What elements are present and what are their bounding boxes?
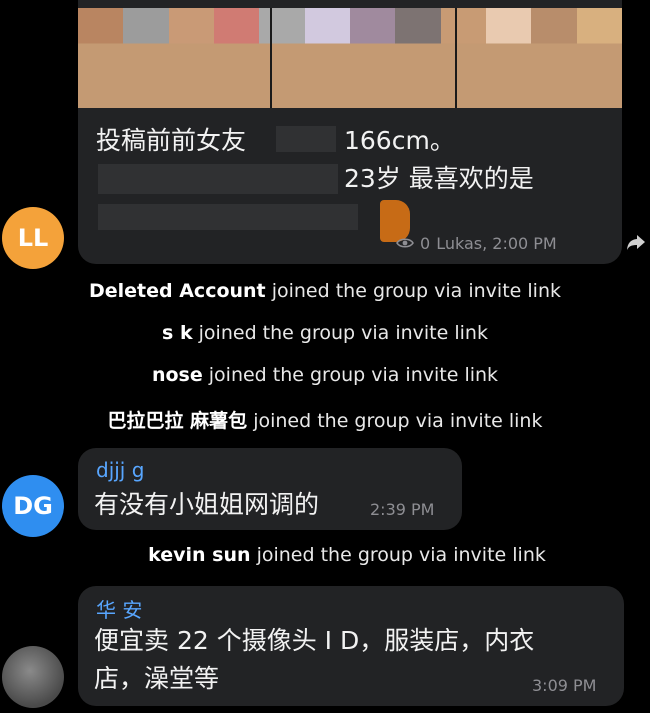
photo-block [304, 8, 350, 108]
message-text-line2: 23岁 最喜欢的是 [344, 164, 534, 193]
message-time: 2:39 PM [370, 500, 435, 519]
photo-block [78, 8, 124, 108]
avatar-blurred[interactable] [2, 646, 64, 708]
message-author-time: Lukas, 2:00 PM [436, 234, 557, 253]
photo-block [485, 8, 532, 108]
system-text: joined the group via invite link [271, 280, 561, 302]
message-text-line1-right: 166cm。 [344, 126, 455, 155]
system-message: nose joined the group via invite link [0, 364, 650, 386]
avatar[interactable]: LL [2, 207, 64, 269]
message-bubble[interactable]: 华 安 便宜卖 22 个摄像头 I D，服装店，内衣 店，澡堂等 3:09 PM [78, 586, 624, 706]
avatar-initials: LL [17, 224, 49, 252]
message-bubble-photo[interactable]: 投稿前前女友 166cm。 23岁 最喜欢的是 0 Lukas, 2:00 PM [78, 0, 622, 264]
system-actor[interactable]: s k [162, 322, 193, 344]
system-message: kevin sun joined the group via invite li… [22, 544, 650, 566]
photo-block [576, 8, 622, 108]
avatar[interactable]: DG [2, 475, 64, 537]
message-text: 有没有小姐姐网调的 [94, 490, 320, 519]
system-actor[interactable]: kevin sun [148, 544, 250, 566]
system-actor[interactable]: Deleted Account [89, 280, 266, 302]
photo-block [531, 8, 577, 108]
system-actor[interactable]: nose [152, 364, 203, 386]
redacted-text [98, 204, 358, 230]
redacted-text [98, 164, 338, 194]
system-text: joined the group via invite link [208, 364, 499, 386]
message-text-line2: 店，澡堂等 [94, 664, 220, 693]
system-text: joined the group via invite link [198, 322, 488, 344]
system-text: joined the group via invite link [256, 544, 546, 566]
system-message: Deleted Account joined the group via inv… [0, 280, 650, 302]
photo-block [259, 8, 305, 108]
redacted-text [276, 126, 336, 152]
view-count: 0 [420, 234, 431, 253]
photo-strip [78, 8, 622, 108]
eye-icon [396, 234, 414, 253]
photo-collage[interactable] [78, 8, 622, 108]
message-text-line1: 便宜卖 22 个摄像头 I D，服装店，内衣 [94, 626, 535, 655]
photo-block [168, 8, 214, 108]
photo-block [349, 8, 396, 108]
photo-block [395, 8, 441, 108]
photo-block [440, 8, 486, 108]
message-meta: 0 Lukas, 2:00 PM [396, 234, 557, 253]
forward-icon[interactable] [624, 230, 648, 254]
avatar-initials: DG [13, 492, 53, 520]
message-bubble[interactable]: djjj g 有没有小姐姐网调的 2:39 PM [78, 448, 462, 530]
photo-divider [455, 8, 457, 108]
message-time: 3:09 PM [532, 676, 597, 695]
sender-name[interactable]: djjj g [96, 458, 144, 482]
photo-block [213, 8, 260, 108]
photo-block [123, 8, 169, 108]
system-message: 巴拉巴拉 麻薯包 joined the group via invite lin… [0, 406, 650, 433]
message-text-line1-left: 投稿前前女友 [96, 126, 247, 155]
photo-divider [270, 8, 272, 108]
sender-name[interactable]: 华 安 [96, 594, 142, 623]
system-text: joined the group via invite link [253, 410, 543, 432]
system-actor[interactable]: 巴拉巴拉 麻薯包 [108, 410, 248, 432]
system-message: s k joined the group via invite link [0, 322, 650, 344]
